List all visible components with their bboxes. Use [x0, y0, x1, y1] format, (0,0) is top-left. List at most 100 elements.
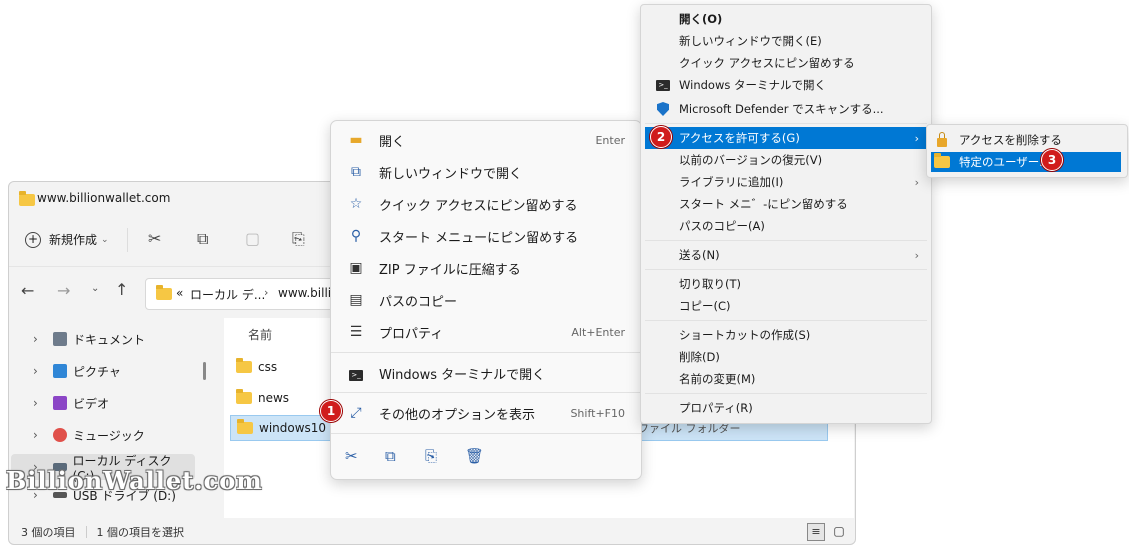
- folder-icon: [19, 191, 35, 206]
- menu-item-open-new-window[interactable]: ⧉ 新しいウィンドウで開く: [339, 157, 633, 187]
- pin-icon: ⚲: [350, 228, 362, 244]
- rename-icon[interactable]: ⎘: [425, 447, 437, 465]
- nav-item-music[interactable]: › ミュージック: [33, 422, 213, 448]
- menu-item-pin-quick-access[interactable]: ☆ クイック アクセスにピン留めする: [339, 189, 633, 219]
- nav-item-pictures[interactable]: › ピクチャ: [33, 358, 213, 384]
- nav-item-videos[interactable]: › ビデオ: [33, 390, 213, 416]
- menu-item-label: 削除(D): [679, 350, 720, 364]
- menu-item-label: アクセスを許可する(G): [679, 131, 800, 145]
- menu-item-open[interactable]: 開く(O): [645, 8, 927, 30]
- menu-item-open[interactable]: ▬ 開く Enter: [339, 125, 633, 155]
- give-access-submenu: アクセスを削除する 特定のユーザー...: [926, 124, 1128, 178]
- menu-item-give-access[interactable]: アクセスを許可する(G) ›: [645, 127, 927, 149]
- status-selected-count: 1 個の項目を選択: [96, 526, 185, 539]
- menu-item-compress-zip[interactable]: ▣ ZIP ファイルに圧縮する: [339, 253, 633, 283]
- menu-item-open-terminal[interactable]: >_ Windows ターミナルで開く: [339, 358, 633, 388]
- defender-shield-icon: [651, 102, 675, 116]
- menu-item-label: スタート メニ゛-にピン留めする: [679, 197, 848, 211]
- more-options-icon: ⤢: [350, 405, 362, 421]
- forward-icon[interactable]: →: [57, 281, 70, 300]
- column-header-name[interactable]: 名前: [248, 326, 272, 343]
- pictures-icon: [53, 364, 67, 378]
- breadcrumb-separator-icon: ›: [264, 286, 269, 299]
- menu-item-copy-path[interactable]: ▤ パスのコピー: [339, 285, 633, 315]
- delete-icon[interactable]: 🗑: [465, 447, 484, 465]
- zip-icon: ▣: [349, 260, 363, 276]
- list-item[interactable]: css: [230, 354, 277, 380]
- expand-chevron-icon[interactable]: ›: [33, 364, 49, 378]
- menu-item-pin-quick-access[interactable]: クイック アクセスにピン留めする: [645, 52, 927, 74]
- chevron-down-icon: ⌄: [101, 234, 109, 245]
- rename-icon[interactable]: ⎘: [292, 229, 305, 249]
- file-name: windows10: [259, 421, 327, 435]
- menu-item-send-to[interactable]: 送る(N) ›: [645, 244, 927, 266]
- menu-item-shortcut: Enter: [595, 133, 625, 147]
- nav-item-label: ドキュメント: [73, 332, 146, 347]
- address-bar[interactable]: « ローカル デ... › www.billion: [145, 278, 347, 310]
- menu-item-remove-access[interactable]: アクセスを削除する: [931, 130, 1121, 150]
- nav-item-documents[interactable]: › ドキュメント: [33, 326, 213, 352]
- menu-item-properties[interactable]: プロパティ(R): [645, 397, 927, 419]
- menu-separator: [645, 269, 927, 270]
- details-view-icon[interactable]: ≡: [807, 523, 825, 541]
- menu-item-copy-path[interactable]: パスのコピー(A): [645, 215, 927, 237]
- folder-icon: [236, 358, 252, 373]
- menu-item-pin-start[interactable]: スタート メニ゛-にピン留めする: [645, 193, 927, 215]
- copy-icon[interactable]: ⧉: [385, 447, 396, 465]
- menu-item-label: アクセスを削除する: [959, 133, 1062, 147]
- menu-item-label: 送る(N): [679, 248, 720, 262]
- recent-chevron-icon[interactable]: ⌄: [91, 283, 99, 294]
- menu-item-rename[interactable]: 名前の変更(M): [645, 368, 927, 390]
- menu-item-label: 名前の変更(M): [679, 372, 756, 386]
- nav-scrollbar[interactable]: [203, 362, 206, 380]
- menu-item-add-to-library[interactable]: ライブラリに追加(I) ›: [645, 171, 927, 193]
- menu-item-show-more-options[interactable]: ⤢ その他のオプションを表示 Shift+F10: [339, 398, 633, 428]
- nav-item-label: ミュージック: [73, 428, 145, 443]
- nav-item-label: ピクチャ: [73, 364, 121, 379]
- menu-item-defender-scan[interactable]: Microsoft Defender でスキャンする...: [645, 98, 927, 120]
- menu-item-label: クイック アクセスにピン留めする: [379, 198, 578, 214]
- up-icon[interactable]: ↑: [115, 280, 128, 299]
- status-bar: 3 個の項目 1 個の項目を選択 ≡ ▢: [9, 520, 855, 544]
- plus-icon: +: [25, 231, 41, 248]
- menu-item-delete[interactable]: 削除(D): [645, 346, 927, 368]
- menu-separator: [331, 433, 641, 434]
- breadcrumb-prefix: «: [176, 286, 184, 300]
- menu-separator: [645, 320, 927, 321]
- menu-item-copy[interactable]: コピー(C): [645, 295, 927, 317]
- toolbar-divider: [127, 228, 128, 252]
- expand-chevron-icon[interactable]: ›: [33, 332, 49, 346]
- list-item[interactable]: news: [230, 385, 289, 411]
- step-badge-1: 1: [320, 400, 342, 422]
- new-button[interactable]: + 新規作成 ⌄: [25, 231, 109, 248]
- menu-item-label: プロパティ: [379, 326, 444, 342]
- menu-item-specific-people[interactable]: 特定のユーザー...: [931, 152, 1121, 172]
- menu-item-label: Microsoft Defender でスキャンする...: [679, 102, 884, 116]
- menu-item-cut[interactable]: 切り取り(T): [645, 273, 927, 295]
- submenu-arrow-icon: ›: [914, 131, 919, 145]
- menu-item-label: 新しいウィンドウで開く: [379, 166, 523, 182]
- lock-icon: [931, 131, 953, 147]
- step-badge-2: 2: [650, 126, 672, 148]
- menu-item-label: プロパティ(R): [679, 401, 753, 415]
- breadcrumb-local-disk[interactable]: ローカル デ...: [190, 286, 265, 303]
- paste-icon[interactable]: ▢: [245, 229, 260, 248]
- classic-context-menu: 開く(O) 新しいウィンドウで開く(E) クイック アクセスにピン留めする >_…: [640, 4, 932, 424]
- menu-item-open-new-window[interactable]: 新しいウィンドウで開く(E): [645, 30, 927, 52]
- menu-item-open-terminal[interactable]: >_ Windows ターミナルで開く: [645, 74, 927, 96]
- menu-item-properties[interactable]: ☰ プロパティ Alt+Enter: [339, 317, 633, 347]
- menu-item-create-shortcut[interactable]: ショートカットの作成(S): [645, 324, 927, 346]
- back-icon[interactable]: ←: [21, 281, 34, 300]
- menu-item-pin-start[interactable]: ⚲ スタート メニューにピン留めする: [339, 221, 633, 251]
- expand-chevron-icon[interactable]: ›: [33, 428, 49, 442]
- menu-item-restore-versions[interactable]: 以前のバージョンの復元(V): [645, 149, 927, 171]
- expand-chevron-icon[interactable]: ›: [33, 396, 49, 410]
- menu-separator: [331, 392, 641, 393]
- menu-item-label: 切り取り(T): [679, 277, 741, 291]
- terminal-icon: >_: [345, 365, 367, 381]
- cut-icon[interactable]: ✂: [345, 447, 358, 465]
- cut-icon[interactable]: ✂: [148, 229, 161, 248]
- tiles-view-icon[interactable]: ▢: [831, 523, 847, 539]
- menu-item-label: 開く: [379, 134, 406, 150]
- copy-icon[interactable]: ⧉: [197, 229, 208, 249]
